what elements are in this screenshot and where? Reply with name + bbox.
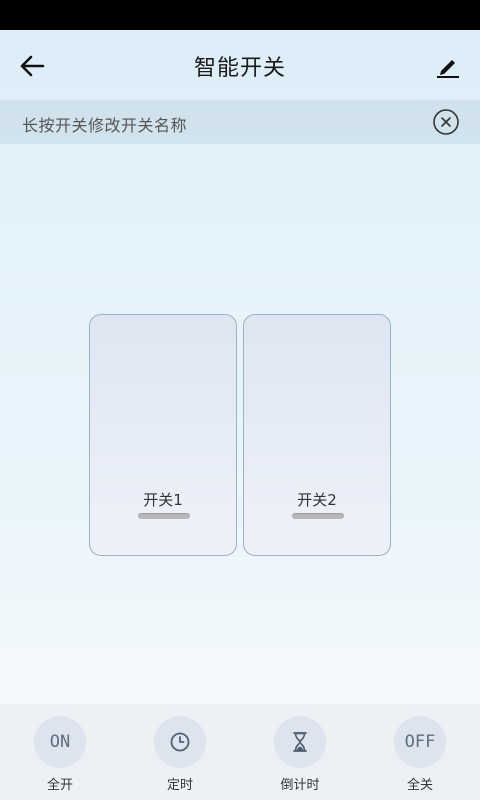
page-title: 智能开关: [193, 56, 286, 81]
status-bar: [0, 0, 480, 30]
app-header: 智能开关: [0, 30, 480, 100]
countdown-button[interactable]: 倒计时: [260, 714, 340, 798]
switch-indicator: [138, 513, 190, 519]
switch-key-label: 开关2: [297, 491, 337, 509]
all-on-button[interactable]: ON 全开: [20, 714, 100, 798]
switch-key-1[interactable]: 开关1: [89, 314, 237, 556]
timer-button[interactable]: 定时: [140, 714, 220, 798]
tip-bar: 长按开关修改开关名称: [0, 100, 480, 144]
off-icon: OFF: [394, 716, 446, 768]
hourglass-icon: [274, 716, 326, 768]
switch-key-label: 开关1: [143, 491, 183, 509]
switch-indicator: [292, 513, 344, 519]
switch-panel: 开关1 开关2: [89, 314, 391, 556]
tip-close-button[interactable]: [432, 108, 460, 136]
switch-key-2[interactable]: 开关2: [243, 314, 391, 556]
close-circle-icon: [433, 109, 459, 135]
edit-button[interactable]: [430, 48, 466, 84]
all-off-label: 全关: [406, 778, 433, 793]
pencil-icon: [437, 60, 459, 78]
countdown-label: 倒计时: [280, 778, 320, 793]
on-icon: ON: [34, 716, 86, 768]
clock-icon: [154, 716, 206, 768]
all-on-label: 全开: [46, 778, 73, 793]
timer-label: 定时: [166, 778, 193, 793]
all-off-button[interactable]: OFF 全关: [380, 714, 460, 798]
bottom-action-bar: ON 全开 定时 倒计时 OFF 全关: [0, 704, 480, 800]
tip-text: 长按开关修改开关名称: [22, 116, 188, 135]
